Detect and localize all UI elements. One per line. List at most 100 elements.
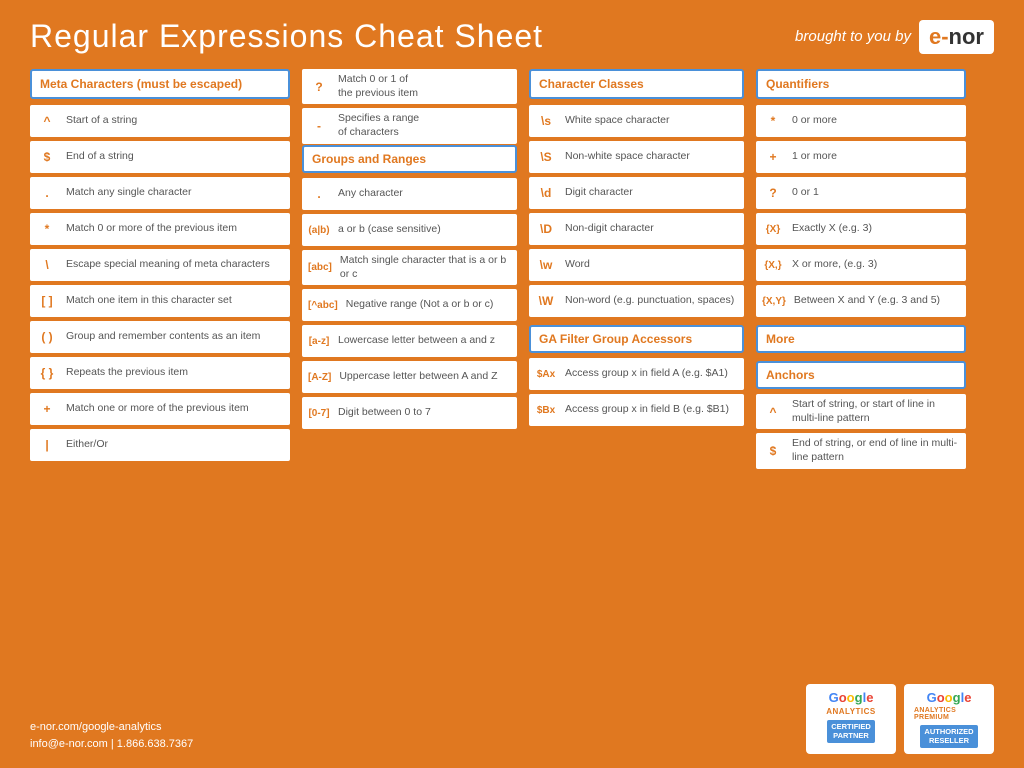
char-symbol-word: \w (535, 258, 557, 272)
groups-header: Groups and Ranges (302, 145, 517, 173)
quant-item-plus: + 1 or more (756, 141, 966, 173)
google-letter-e: e (866, 690, 873, 705)
logo-e: e (929, 24, 941, 50)
anchor-item-caret: ^ Start of string, or start of line in m… (756, 394, 966, 429)
meta-item-dash: - Specifies a rangeof characters (302, 108, 517, 143)
meta-symbol-star: * (36, 222, 58, 236)
char-item-nword: \W Non-word (e.g. punctuation, spaces) (529, 285, 744, 317)
ga-desc-bx: Access group x in field B (e.g. $B1) (565, 403, 729, 417)
meta-desc-star: Match 0 or more of the previous item (66, 222, 237, 236)
quantifiers-header: Quantifiers (756, 69, 966, 99)
quant-desc-plus: 1 or more (792, 150, 837, 164)
groups-item-az: [a-z] Lowercase letter between a and z (302, 325, 517, 357)
groups-item-AZ: [A-Z] Uppercase letter between A and Z (302, 361, 517, 393)
char-symbol-ndigit: \D (535, 222, 557, 236)
quant-symbol-xy: {X,Y} (762, 296, 786, 307)
meta-item-parens: ( ) Group and remember contents as an it… (30, 321, 290, 353)
brought-text: brought to you by (795, 28, 911, 45)
ga-symbol-ax: $Ax (535, 369, 557, 380)
logo-box: e - nor (919, 20, 994, 54)
badge-type-2: AUTHORIZEDRESELLER (920, 725, 977, 749)
groups-symbol-abc: [abc] (308, 262, 332, 273)
meta-desc-dash: Specifies a rangeof characters (338, 112, 419, 139)
char-item-digit: \d Digit character (529, 177, 744, 209)
groups-desc-alb: a or b (case sensitive) (338, 223, 441, 237)
char-desc-ndigit: Non-digit character (565, 222, 654, 236)
char-desc-word: Word (565, 258, 590, 272)
char-symbol-nword: \W (535, 294, 557, 308)
groups-item-nabc: [^abc] Negative range (Not a or b or c) (302, 289, 517, 321)
meta-symbol-braces: { } (36, 366, 58, 380)
quant-desc-star: 0 or more (792, 114, 837, 128)
header-right: brought to you by e - nor (795, 20, 994, 54)
meta-desc-bracket: Match one item in this character set (66, 294, 232, 308)
badge-google-1: Google (829, 690, 874, 705)
groups-desc-az: Lowercase letter between a and z (338, 334, 495, 348)
google2-letter-o2: o (945, 690, 953, 705)
meta-desc-backslash: Escape special meaning of meta character… (66, 258, 270, 272)
meta-symbol-caret: ^ (36, 114, 58, 128)
center-left-panel: ? Match 0 or 1 ofthe previous item - Spe… (302, 69, 517, 473)
more-header-text: More (766, 332, 795, 346)
groups-desc-dot: Any character (338, 187, 403, 201)
char-item-word: \w Word (529, 249, 744, 281)
meta-desc-dot: Match any single character (66, 186, 191, 200)
ga-item-bx: $Bx Access group x in field B (e.g. $B1) (529, 394, 744, 426)
groups-item-abc: [abc] Match single character that is a o… (302, 250, 517, 285)
meta-item-braces: { } Repeats the previous item (30, 357, 290, 389)
meta-header: Meta Characters (must be escaped) (30, 69, 290, 99)
meta-symbol-dollar: $ (36, 150, 58, 164)
char-desc-ws: White space character (565, 114, 669, 128)
groups-item-alb: (a|b) a or b (case sensitive) (302, 214, 517, 246)
quant-item-xy: {X,Y} Between X and Y (e.g. 3 and 5) (756, 285, 966, 317)
quant-item-x: {X} Exactly X (e.g. 3) (756, 213, 966, 245)
quant-desc-xy: Between X and Y (e.g. 3 and 5) (794, 294, 940, 308)
meta-symbol-plus: + (36, 402, 58, 416)
page-wrapper: Regular Expressions Cheat Sheet brought … (0, 0, 1024, 768)
groups-symbol-dot: . (308, 187, 330, 201)
google-letter-o1: o (839, 690, 847, 705)
quant-desc-q: 0 or 1 (792, 186, 819, 200)
footer-line1: e-nor.com/google-analytics (30, 719, 193, 737)
meta-item-dollar: $ End of a string (30, 141, 290, 173)
meta-symbol-dot: . (36, 186, 58, 200)
char-item-ws: \s White space character (529, 105, 744, 137)
char-classes-header-text: Character Classes (539, 77, 644, 91)
google-letter-g: g (855, 690, 863, 705)
content-area: Meta Characters (must be escaped) ^ Star… (30, 69, 994, 473)
google2-letter-e: e (964, 690, 971, 705)
meta-desc-question: Match 0 or 1 ofthe previous item (338, 73, 418, 100)
badge-analytics-1: ANALYTICS (826, 707, 876, 716)
groups-desc-AZ: Uppercase letter between A and Z (339, 370, 497, 384)
anchor-symbol-dollar: $ (762, 444, 784, 458)
meta-symbol-pipe: | (36, 438, 58, 452)
meta-item-plus: + Match one or more of the previous item (30, 393, 290, 425)
badge-certified: Google ANALYTICS CERTIFIEDPARTNER (806, 684, 896, 755)
quant-symbol-xc: {X,} (762, 260, 784, 271)
groups-symbol-az: [a-z] (308, 336, 330, 347)
ga-desc-ax: Access group x in field A (e.g. $A1) (565, 367, 728, 381)
badge-reseller: Google ANALYTICS PREMIUM AUTHORIZEDRESEL… (904, 684, 994, 755)
meta-header-text: Meta Characters (must be escaped) (40, 77, 242, 91)
meta-symbol-question: ? (308, 80, 330, 94)
char-symbol-ws: \s (535, 114, 557, 128)
meta-item-backslash: \ Escape special meaning of meta charact… (30, 249, 290, 281)
badge-google-2: Google (927, 690, 972, 705)
char-symbol-digit: \d (535, 186, 557, 200)
meta-symbol-parens: ( ) (36, 330, 58, 344)
groups-symbol-nabc: [^abc] (308, 300, 338, 311)
meta-symbol-bracket: [ ] (36, 294, 58, 308)
char-item-nws: \S Non-white space character (529, 141, 744, 173)
badge-type-1: CERTIFIEDPARTNER (827, 720, 875, 744)
groups-symbol-AZ: [A-Z] (308, 372, 331, 383)
page-title: Regular Expressions Cheat Sheet (30, 18, 543, 55)
footer-badges: Google ANALYTICS CERTIFIEDPARTNER Google… (806, 684, 994, 755)
meta-desc-dollar: End of a string (66, 150, 134, 164)
quant-symbol-x: {X} (762, 224, 784, 235)
right-panel: Quantifiers * 0 or more + 1 or more ? 0 … (756, 69, 966, 473)
quant-symbol-plus: + (762, 150, 784, 164)
char-desc-nword: Non-word (e.g. punctuation, spaces) (565, 294, 734, 308)
header: Regular Expressions Cheat Sheet brought … (30, 18, 994, 55)
meta-item-pipe: | Either/Or (30, 429, 290, 461)
quant-desc-x: Exactly X (e.g. 3) (792, 222, 872, 236)
